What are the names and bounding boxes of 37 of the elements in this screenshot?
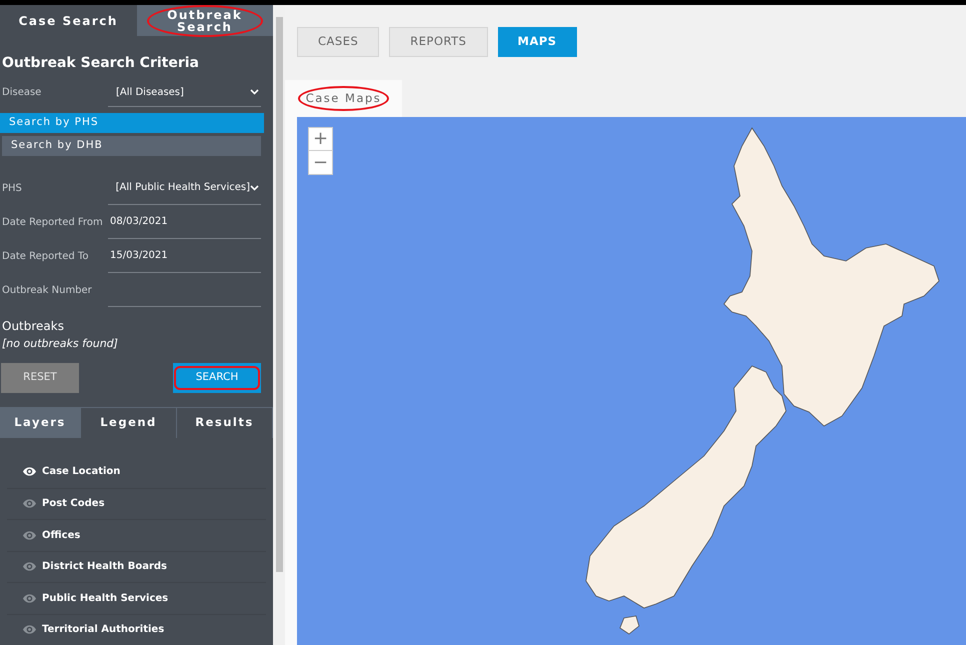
disease-select[interactable]: [All Diseases] [108, 78, 261, 108]
input-field[interactable]: 15/03/2021 [108, 239, 261, 274]
field-label: Disease [1, 86, 42, 100]
eye-icon [23, 594, 36, 603]
field-label: Date Reported To [1, 250, 90, 264]
search-by-option[interactable]: Search by DHB [2, 136, 261, 156]
field-label: PHS [1, 182, 23, 196]
eye-icon [23, 530, 36, 540]
main-tab[interactable]: REPORTS [389, 27, 488, 57]
zoom-in-button[interactable]: + [309, 128, 332, 151]
chevron-down-icon [250, 184, 259, 191]
phs-select[interactable]: [All Public Health Services] [108, 171, 261, 206]
map[interactable]: + − [297, 117, 966, 645]
eye-icon [23, 499, 36, 508]
layer-label[interactable]: Case Location [42, 464, 120, 480]
chevron-down-icon [250, 89, 259, 96]
scrollbar[interactable] [273, 5, 285, 645]
layer-label[interactable]: Post Codes [42, 496, 105, 512]
layer-label[interactable]: Offices [42, 528, 80, 543]
sidebar-tab[interactable]: Outbreak Search [136, 5, 273, 36]
criteria-title: Outbreak Search Criteria [1, 54, 200, 74]
eye-icon [23, 562, 36, 572]
panel-tab[interactable]: Layers [0, 408, 81, 438]
input-field[interactable]: 08/03/2021 [108, 205, 261, 240]
field-label: Date Reported From [1, 216, 104, 230]
zoom-out-button[interactable]: − [309, 151, 332, 174]
empty-message: [no outbreaks found] [1, 336, 119, 352]
layer-label[interactable]: District Health Boards [42, 559, 167, 574]
eye-icon [23, 467, 36, 476]
case-maps-tab[interactable]: Case Maps [285, 80, 402, 117]
layer-label[interactable]: Territorial Authorities [42, 622, 164, 638]
eye-icon [23, 625, 36, 634]
outbreaks-heading: Outbreaks [1, 318, 65, 336]
layer-label[interactable]: Public Health Services [42, 590, 168, 606]
main-tab[interactable]: CASES [297, 27, 380, 57]
panel-tab[interactable]: Legend [81, 408, 177, 438]
field-label: Outbreak Number [1, 284, 93, 298]
